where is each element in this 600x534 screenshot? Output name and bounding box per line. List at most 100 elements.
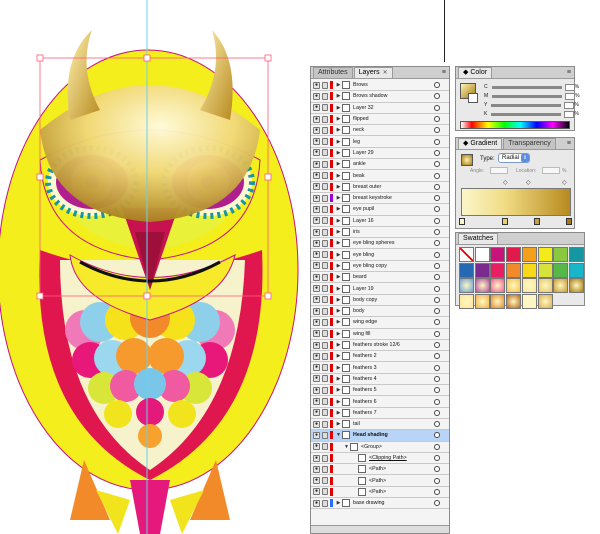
color-stop[interactable] <box>534 218 540 225</box>
target-circle-icon[interactable] <box>434 206 440 213</box>
layer-row[interactable]: ● ▶ ankle <box>311 159 449 171</box>
color-swatch[interactable] <box>474 247 490 262</box>
target-circle-icon[interactable] <box>434 217 440 224</box>
lock-toggle-icon[interactable] <box>322 364 328 372</box>
lock-toggle-icon[interactable] <box>322 92 328 100</box>
layer-row[interactable]: ● ▶ neck <box>311 125 449 137</box>
lock-toggle-icon[interactable] <box>322 431 328 439</box>
layer-row[interactable]: ● ▶ feathers stroke 12/6 <box>311 339 449 352</box>
layer-row[interactable]: ● <Path> <box>311 486 449 499</box>
target-circle-icon[interactable] <box>434 409 440 416</box>
color-swatch[interactable] <box>521 262 537 278</box>
layer-row[interactable]: ● ▶ beak <box>311 170 449 182</box>
expand-right-icon[interactable]: ▶ <box>335 184 342 190</box>
eye-icon[interactable]: ● <box>313 352 320 360</box>
eye-icon[interactable]: ● <box>313 138 320 146</box>
layer-row[interactable]: ● ▶ feathers 7 <box>311 407 449 419</box>
target-circle-icon[interactable] <box>434 364 440 371</box>
color-swatch[interactable] <box>521 293 537 309</box>
color-swatch[interactable] <box>490 262 506 278</box>
color-swatch[interactable] <box>568 262 584 278</box>
target-circle-icon[interactable] <box>434 149 440 156</box>
expand-right-icon[interactable]: ▶ <box>335 263 342 269</box>
k-value-field[interactable] <box>564 110 575 118</box>
target-circle-icon[interactable] <box>434 138 440 145</box>
eye-icon[interactable]: ● <box>313 228 320 236</box>
target-circle-icon[interactable] <box>434 432 440 439</box>
lock-toggle-icon[interactable] <box>322 217 328 225</box>
color-swatch[interactable] <box>490 247 506 262</box>
eye-icon[interactable]: ● <box>313 465 320 473</box>
panel-menu-icon[interactable]: ≡ <box>567 69 571 76</box>
lock-toggle-icon[interactable] <box>322 375 328 383</box>
target-circle-icon[interactable] <box>434 251 440 258</box>
eye-icon[interactable]: ● <box>313 318 320 326</box>
expand-right-icon[interactable]: ▶ <box>335 319 342 325</box>
color-swatch[interactable] <box>568 278 584 293</box>
m-value-field[interactable] <box>565 92 576 100</box>
color-swatch[interactable] <box>537 262 553 278</box>
target-circle-icon[interactable] <box>434 229 440 236</box>
layer-row[interactable]: ● <Path> <box>311 475 449 487</box>
lock-toggle-icon[interactable] <box>322 307 328 315</box>
lock-toggle-icon[interactable] <box>322 138 328 146</box>
eye-icon[interactable]: ● <box>313 205 320 213</box>
expand-right-icon[interactable]: ▶ <box>335 161 342 167</box>
color-swatch[interactable] <box>553 278 569 293</box>
eye-icon[interactable]: ● <box>313 239 320 247</box>
layer-row[interactable]: ● ▶ Brows <box>311 80 449 92</box>
expand-right-icon[interactable]: ▶ <box>335 331 342 337</box>
layer-row[interactable]: ● ▶ beard <box>311 272 449 284</box>
color-swatch[interactable] <box>521 278 537 293</box>
color-swatch[interactable] <box>490 293 506 309</box>
target-circle-icon[interactable] <box>434 127 440 134</box>
expand-right-icon[interactable]: ▶ <box>335 139 342 145</box>
channel-c[interactable]: C% <box>484 83 579 91</box>
eye-icon[interactable]: ● <box>313 330 320 338</box>
color-panel[interactable]: ◆ Color ≡ C% M% Y% K% <box>455 66 580 131</box>
target-circle-icon[interactable] <box>434 183 440 190</box>
lock-toggle-icon[interactable] <box>322 409 328 417</box>
eye-icon[interactable]: ● <box>313 364 320 372</box>
lock-toggle-icon[interactable] <box>322 488 328 496</box>
color-swatch[interactable] <box>553 262 569 278</box>
layers-panel[interactable]: Attributes Layers ✕ ≡ ● ▶ Brows ● ▶ Brows shad… <box>310 66 450 534</box>
color-swatch[interactable] <box>474 262 490 278</box>
eye-icon[interactable]: ● <box>313 477 320 485</box>
layer-row[interactable]: ● ▶ base drawing <box>311 498 449 510</box>
expand-right-icon[interactable]: ▶ <box>335 218 342 224</box>
gradient-ramp[interactable] <box>461 188 571 216</box>
layer-row[interactable]: ● ▼ <Group> <box>311 441 449 453</box>
expand-down-icon[interactable]: ▼ <box>335 432 342 438</box>
expand-right-icon[interactable]: ▶ <box>335 252 342 258</box>
expand-right-icon[interactable]: ▶ <box>335 150 342 156</box>
layer-row[interactable]: ● ▶ leg <box>311 136 449 148</box>
target-circle-icon[interactable] <box>434 116 440 123</box>
eye-icon[interactable]: ● <box>313 217 320 225</box>
expand-right-icon[interactable]: ▶ <box>335 421 342 427</box>
panel-menu-icon[interactable]: ≡ <box>567 140 571 147</box>
target-circle-icon[interactable] <box>434 319 440 326</box>
lock-toggle-icon[interactable] <box>322 149 328 157</box>
color-stop[interactable] <box>459 218 465 225</box>
expand-right-icon[interactable]: ▶ <box>335 173 342 179</box>
layer-row[interactable]: ● ▶ body <box>311 306 449 318</box>
swatch-none[interactable] <box>459 247 474 262</box>
lock-toggle-icon[interactable] <box>322 285 328 293</box>
lock-toggle-icon[interactable] <box>322 330 328 338</box>
color-swatch[interactable] <box>506 278 522 293</box>
eye-icon[interactable]: ● <box>313 307 320 315</box>
channel-k[interactable]: K% <box>484 110 579 118</box>
eye-icon[interactable]: ● <box>313 115 320 123</box>
layer-row[interactable]: ● ▶ tail <box>311 419 449 431</box>
tab-attributes[interactable]: Attributes <box>313 67 353 78</box>
target-circle-icon[interactable] <box>434 398 440 405</box>
target-circle-icon[interactable] <box>434 93 440 100</box>
tab-gradient[interactable]: ◆ Gradient <box>458 138 503 149</box>
eye-icon[interactable]: ● <box>313 420 320 428</box>
layer-row[interactable]: ● ▶ flipped <box>311 113 449 126</box>
lock-toggle-icon[interactable] <box>322 499 328 507</box>
layer-row[interactable]: ● ▶ eye bling copy <box>311 260 449 273</box>
target-circle-icon[interactable] <box>434 477 440 484</box>
lock-toggle-icon[interactable] <box>322 420 328 428</box>
